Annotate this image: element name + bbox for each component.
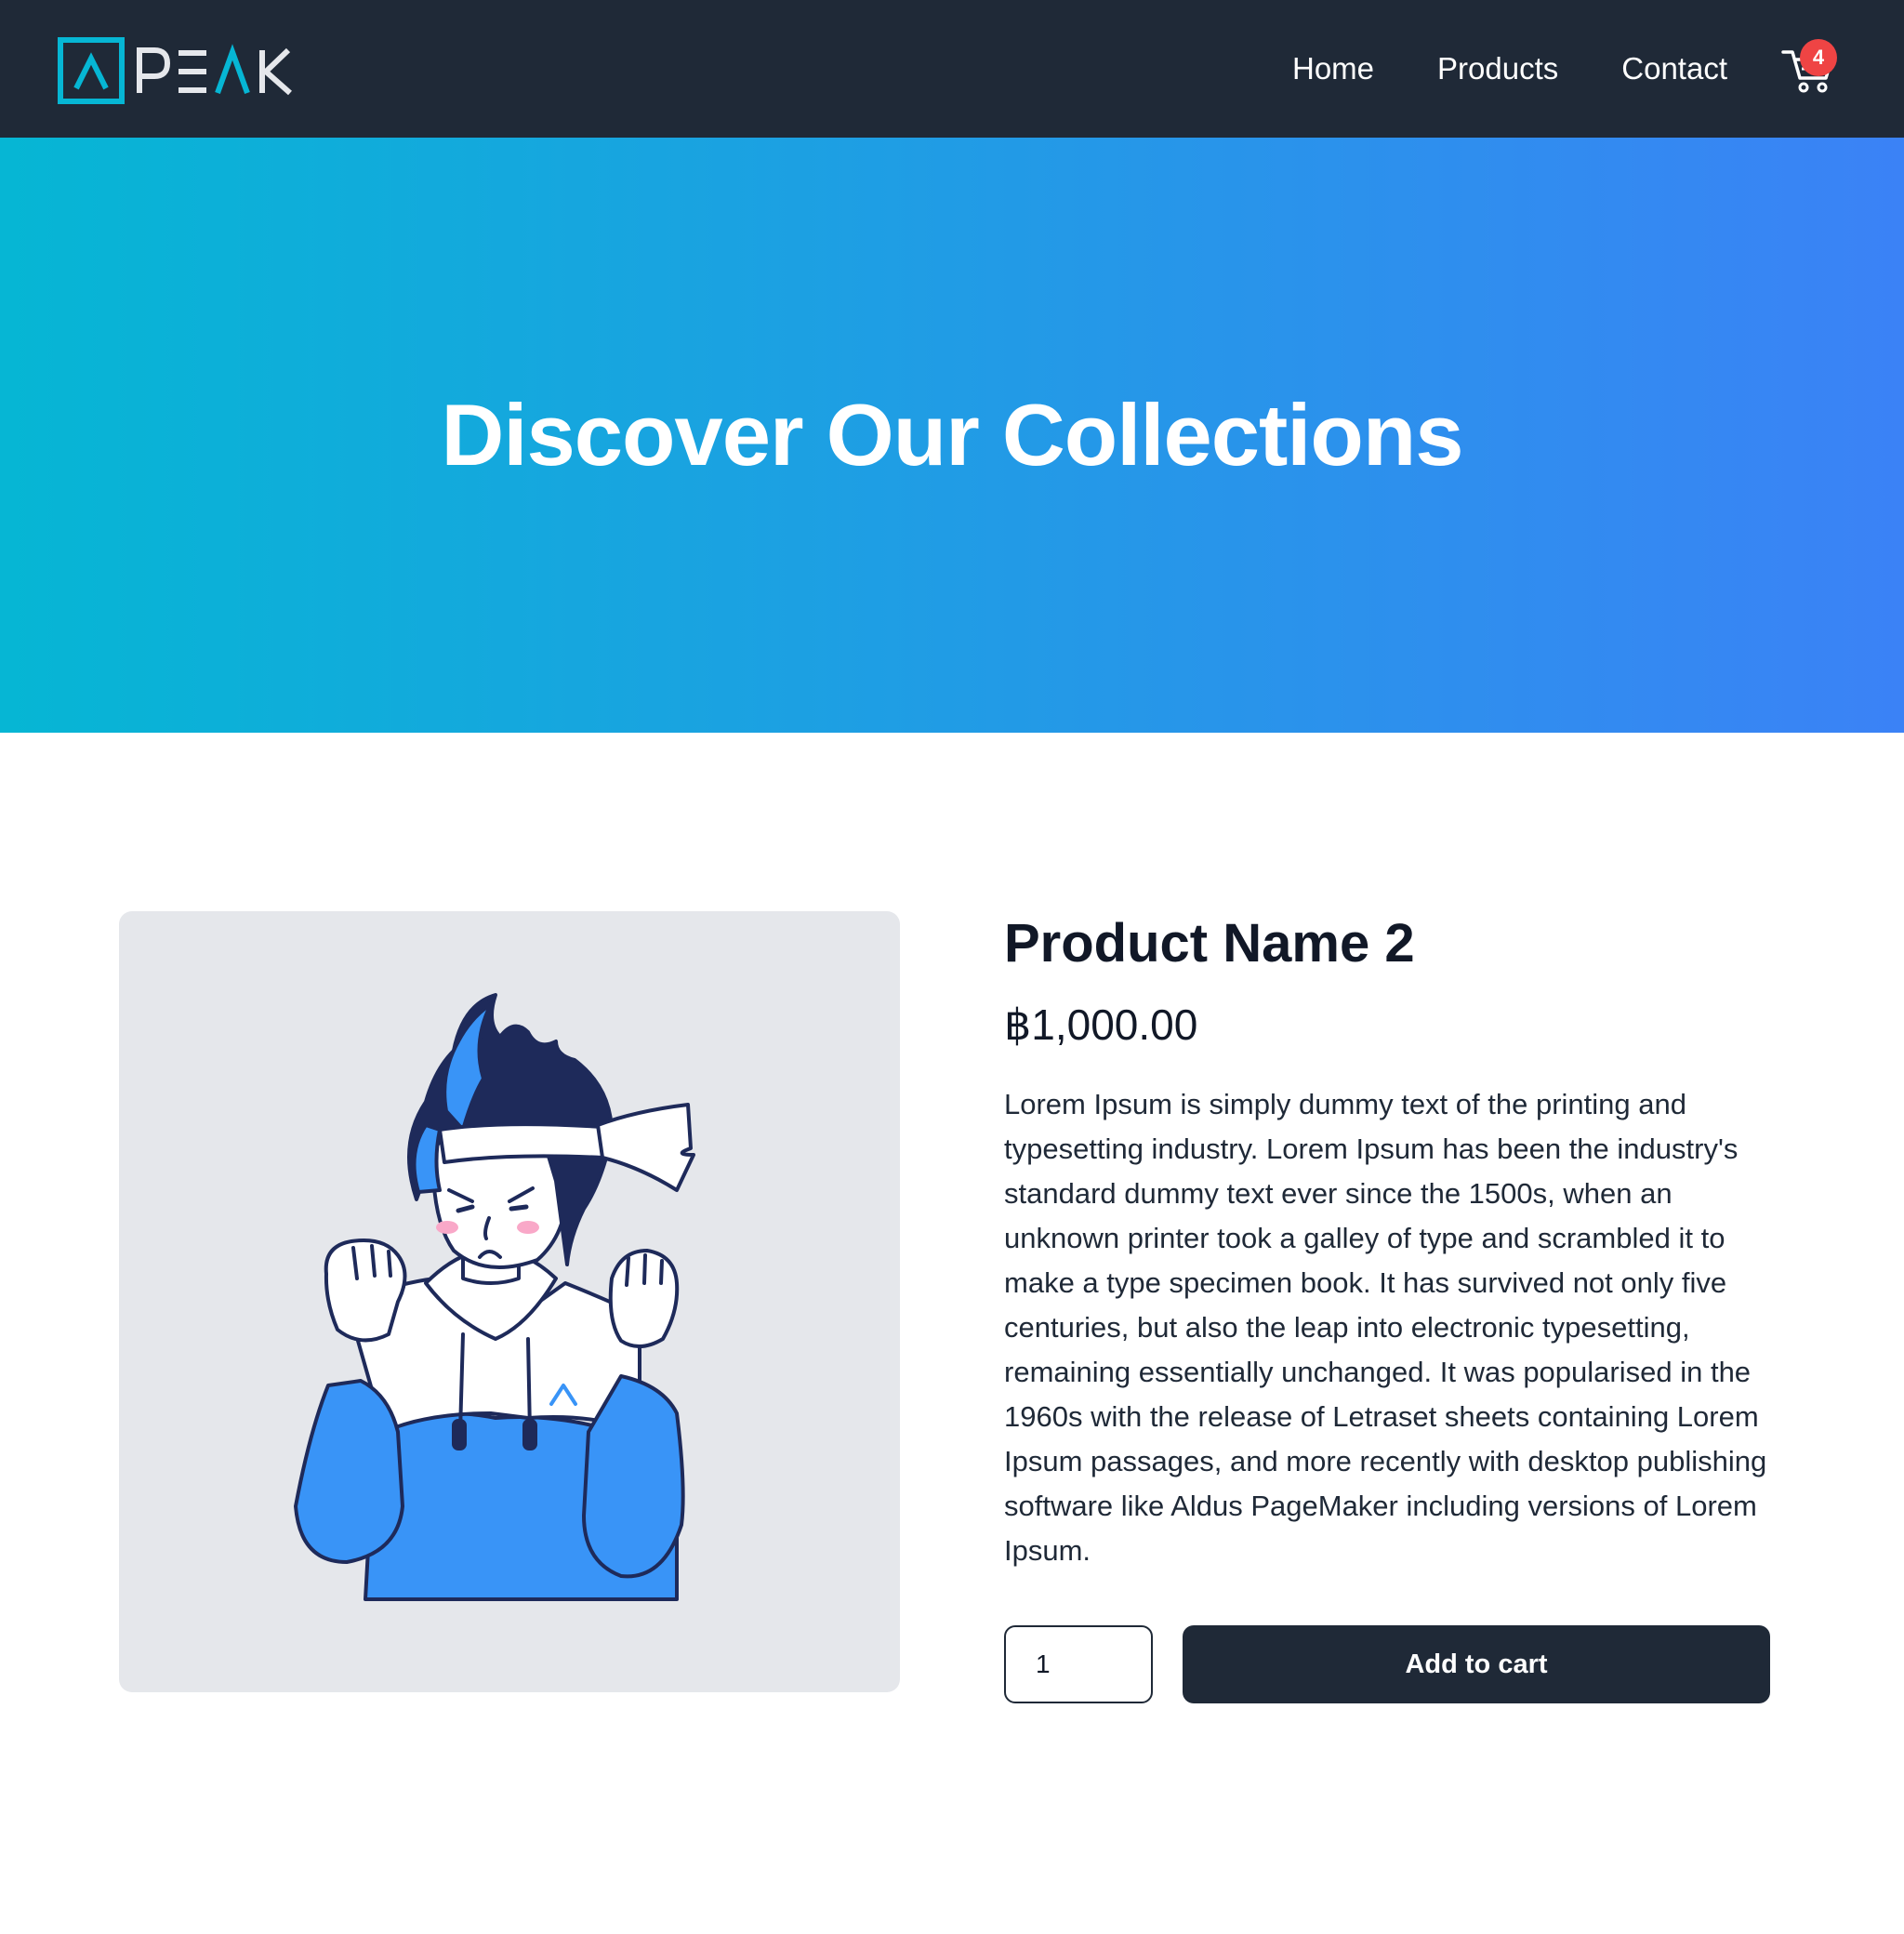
hero-banner: Discover Our Collections — [0, 138, 1904, 733]
character-illustration — [294, 993, 695, 1601]
quantity-input[interactable] — [1004, 1625, 1153, 1703]
product-image — [119, 911, 900, 1692]
product-price: ฿1,000.00 — [1004, 1000, 1198, 1049]
hero-title: Discover Our Collections — [441, 386, 1463, 484]
add-to-cart-button[interactable]: Add to cart — [1183, 1625, 1770, 1703]
navbar: Home Products Contact 4 — [0, 0, 1904, 138]
peak-logo[interactable] — [58, 37, 299, 104]
product-info: Product Name 2 ฿1,000.00 Lorem Ipsum is … — [1004, 911, 1794, 1602]
product-name: Product Name 2 — [1004, 913, 1415, 974]
product-description: Lorem Ipsum is simply dummy text of the … — [1004, 1088, 1767, 1567]
nav-products[interactable]: Products — [1437, 51, 1558, 86]
nav-contact[interactable]: Contact — [1621, 51, 1727, 86]
cart-count-badge: 4 — [1800, 39, 1837, 76]
nav-home[interactable]: Home — [1292, 51, 1374, 86]
